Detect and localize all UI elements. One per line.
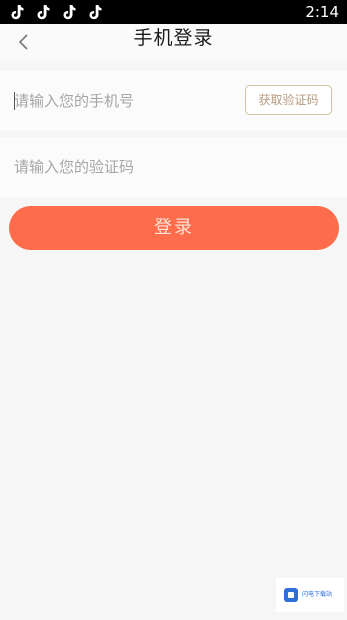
status-time: 2:14: [305, 3, 339, 21]
notification-icons: [8, 3, 104, 21]
text-cursor: [14, 92, 15, 110]
verification-code-input[interactable]: [14, 155, 314, 179]
watermark-text: 闪电下载站: [302, 591, 333, 598]
phone-row: 获取验证码: [0, 71, 347, 131]
login-button[interactable]: 登录: [9, 206, 339, 250]
watermark-logo-icon: [284, 588, 298, 602]
chevron-left-icon: [18, 34, 28, 50]
tiktok-icon: [89, 5, 102, 20]
get-code-button[interactable]: 获取验证码: [245, 85, 332, 115]
phone-input[interactable]: [14, 89, 234, 113]
tiktok-icon: [11, 5, 24, 20]
watermark: 闪电下载站: [276, 578, 344, 612]
back-button[interactable]: [10, 28, 38, 56]
code-row: [0, 137, 347, 197]
page-title: 手机登录: [133, 27, 214, 49]
status-bar: 2:14: [0, 0, 347, 24]
tiktok-icon: [63, 5, 76, 20]
tiktok-icon: [37, 5, 50, 20]
header: 手机登录: [0, 24, 347, 60]
